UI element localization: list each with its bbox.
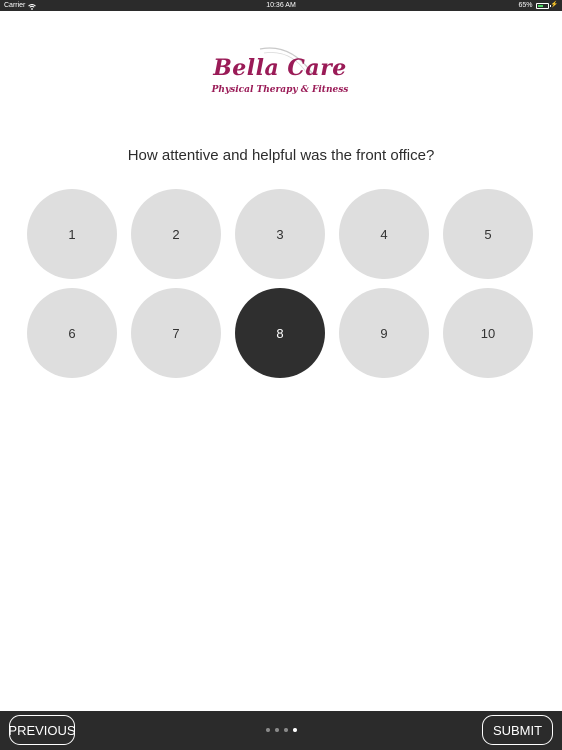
battery-icon (535, 2, 551, 9)
survey-screen: Carrier 10:36 AM 65% ⚡ Bella Care Physic… (0, 0, 562, 750)
logo-brand-text: Bella Care (213, 55, 347, 81)
status-time: 10:36 AM (266, 2, 296, 9)
rating-option-6[interactable]: 6 (27, 288, 117, 378)
page-dot (266, 728, 270, 732)
charging-bolt-icon: ⚡ (550, 2, 558, 8)
page-dot (293, 728, 297, 732)
rating-option-8[interactable]: 8 (235, 288, 325, 378)
rating-option-5[interactable]: 5 (443, 189, 533, 279)
page-dot (275, 728, 279, 732)
battery-percent: 65% (518, 2, 533, 9)
battery-fill (537, 4, 544, 7)
rating-options: 1 2 3 4 5 6 7 8 9 10 (27, 189, 535, 378)
rating-option-2[interactable]: 2 (131, 189, 221, 279)
rating-option-10[interactable]: 10 (443, 288, 533, 378)
page-dot (284, 728, 288, 732)
survey-question: How attentive and helpful was the front … (127, 147, 435, 164)
rating-option-3[interactable]: 3 (235, 189, 325, 279)
rating-option-4[interactable]: 4 (339, 189, 429, 279)
submit-button[interactable]: SUBMIT (482, 715, 553, 745)
battery-tip (549, 4, 551, 7)
rating-option-1[interactable]: 1 (27, 189, 117, 279)
brand-logo: Bella Care Physical Therapy & Fitness (205, 45, 355, 105)
bottom-nav-bar: PREVIOUS SUBMIT (0, 711, 562, 750)
status-right: 65% ⚡ (519, 0, 559, 11)
logo-tagline: Physical Therapy & Fitness (211, 85, 349, 95)
rating-option-9[interactable]: 9 (339, 288, 429, 378)
page-indicator (266, 728, 297, 732)
rating-option-7[interactable]: 7 (131, 288, 221, 378)
status-bar: Carrier 10:36 AM 65% ⚡ (0, 0, 562, 11)
previous-button[interactable]: PREVIOUS (8, 715, 76, 745)
